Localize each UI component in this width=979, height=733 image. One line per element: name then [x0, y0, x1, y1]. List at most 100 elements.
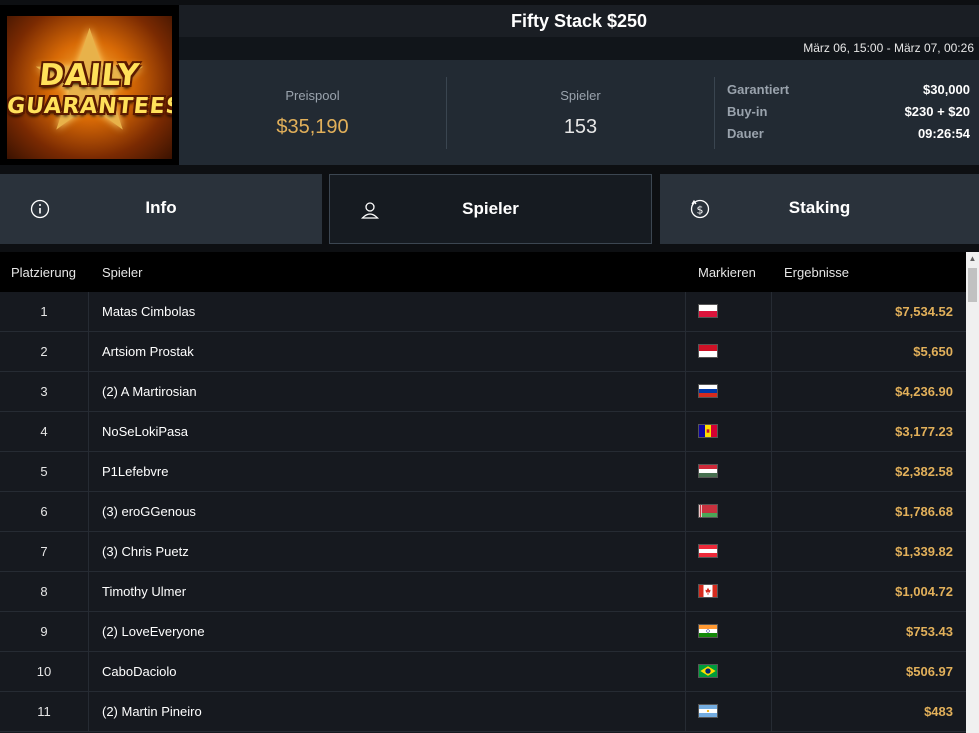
table-row[interactable]: 7 (3) Chris Puetz $1,339.82: [0, 532, 966, 572]
player-name[interactable]: (3) eroGGenous: [102, 492, 196, 532]
divider: [714, 77, 715, 149]
table-row[interactable]: 2 Artsiom Prostak $5,650: [0, 332, 966, 372]
prize-amount: $506.97: [906, 664, 953, 679]
tab-info-label: Info: [145, 198, 177, 217]
flag-cell: [685, 572, 772, 612]
logo-line1: DAILY: [37, 58, 142, 93]
scroll-up-icon[interactable]: ▲: [966, 252, 979, 266]
flag-cell: [685, 412, 772, 452]
table-row[interactable]: 1 Matas Cimbolas $7,534.52: [0, 292, 966, 332]
flag-belarus-icon: [698, 504, 718, 518]
title-bar: Fifty Stack $250: [179, 5, 979, 37]
player-name[interactable]: NoSeLokiPasa: [102, 412, 188, 452]
prize-amount: $3,177.23: [895, 424, 953, 439]
table-row[interactable]: 8 Timothy Ulmer $1,004.72: [0, 572, 966, 612]
header-result[interactable]: Ergebnisse: [784, 265, 849, 280]
rank-cell: 11: [0, 692, 89, 732]
header-flag[interactable]: Markieren: [698, 265, 756, 280]
date-bar: März 06, 15:00 - März 07, 00:26: [179, 37, 979, 60]
detail-buyin: Buy-in $230 + $20: [727, 104, 970, 126]
prize-pool-stat: Preispool $35,190: [179, 60, 446, 165]
flag-indonesia-icon: [698, 344, 718, 358]
header-player[interactable]: Spieler: [102, 265, 142, 280]
prize-amount: $483: [924, 704, 953, 719]
prize-amount: $4,236.90: [895, 384, 953, 399]
prize-amount: $1,004.72: [895, 584, 953, 599]
stats-panel: Preispool $35,190 Spieler 153 Garantiert…: [179, 60, 979, 165]
detail-duration: Dauer 09:26:54: [727, 126, 970, 148]
detail-key: Dauer: [727, 126, 764, 141]
tab-staking[interactable]: $ Staking: [660, 174, 979, 244]
rank-cell: 9: [0, 612, 89, 652]
table-row[interactable]: 5 P1Lefebvre $2,382.58: [0, 452, 966, 492]
tab-info[interactable]: Info: [0, 174, 322, 244]
scrollbar[interactable]: ▲: [966, 252, 979, 733]
flag-hungary-icon: [698, 464, 718, 478]
rank-cell: 6: [0, 492, 89, 532]
flag-india-icon: [698, 624, 718, 638]
tab-staking-label: Staking: [788, 198, 851, 217]
rank-cell: 3: [0, 372, 89, 412]
tab-bar: Info Spieler $ Staking: [0, 174, 979, 244]
flag-russia-icon: [698, 384, 718, 398]
detail-value: 09:26:54: [917, 126, 970, 141]
rank-cell: 2: [0, 332, 89, 372]
rank-cell: 8: [0, 572, 89, 612]
rank-cell: 10: [0, 652, 89, 692]
detail-value: $230 + $20: [904, 104, 970, 119]
tab-players-label: Spieler: [462, 199, 519, 218]
flag-argentina-icon: [698, 704, 718, 718]
flag-canada-icon: [698, 584, 718, 598]
logo-line2: GUARANTEES: [7, 94, 172, 119]
player-name[interactable]: CaboDaciolo: [102, 652, 176, 692]
prize-amount: $1,786.68: [895, 504, 953, 519]
player-name[interactable]: (2) Martin Pineiro: [102, 692, 202, 732]
tournament-dates: März 06, 15:00 - März 07, 00:26: [803, 41, 974, 55]
header-rank[interactable]: Platzierung: [11, 265, 76, 280]
prize-amount: $7,534.52: [895, 304, 953, 319]
flag-cell: [685, 372, 772, 412]
player-name[interactable]: (3) Chris Puetz: [102, 532, 189, 572]
tournament-details: Garantiert $30,000 Buy-in $230 + $20 Dau…: [727, 82, 970, 148]
detail-key: Garantiert: [727, 82, 790, 97]
detail-guaranteed: Garantiert $30,000: [727, 82, 970, 104]
table-row[interactable]: 4 NoSeLokiPasa $3,177.23: [0, 412, 966, 452]
flag-cell: [685, 332, 772, 372]
players-stat: Spieler 153: [447, 60, 714, 165]
flag-cell: [685, 492, 772, 532]
players-value: 153: [563, 116, 598, 138]
flag-poland-icon: [698, 304, 718, 318]
table-row[interactable]: 9 (2) LoveEveryone $753.43: [0, 612, 966, 652]
prize-amount: $753.43: [906, 624, 953, 639]
flag-andorra-icon: [698, 424, 718, 438]
flag-brazil-icon: [698, 664, 718, 678]
player-name[interactable]: Timothy Ulmer: [102, 572, 186, 612]
prize-amount: $2,382.58: [895, 464, 953, 479]
detail-value: $30,000: [923, 82, 970, 97]
detail-key: Buy-in: [727, 104, 768, 119]
tournament-title: Fifty Stack $250: [510, 11, 648, 31]
flag-cell: [685, 692, 772, 732]
scroll-thumb[interactable]: [968, 268, 977, 302]
players-label: Spieler: [560, 88, 601, 103]
flag-cell: [685, 532, 772, 572]
tab-players[interactable]: Spieler: [329, 174, 652, 244]
results-table: Platzierung Spieler Markieren Ergebnisse…: [0, 252, 966, 733]
table-row[interactable]: 11 (2) Martin Pineiro $483: [0, 692, 966, 732]
table-row[interactable]: 3 (2) A Martirosian $4,236.90: [0, 372, 966, 412]
rank-cell: 4: [0, 412, 89, 452]
daily-guarantees-logo-image: ★ DAILY GUARANTEES: [7, 16, 172, 159]
tournament-logo: ★ DAILY GUARANTEES: [0, 5, 179, 165]
player-name[interactable]: Artsiom Prostak: [102, 332, 194, 372]
player-name[interactable]: Matas Cimbolas: [102, 292, 195, 332]
flag-cell: [685, 652, 772, 692]
player-name[interactable]: P1Lefebvre: [102, 452, 169, 492]
table-row[interactable]: 10 CaboDaciolo $506.97: [0, 652, 966, 692]
player-name[interactable]: (2) LoveEveryone: [102, 612, 205, 652]
player-name[interactable]: (2) A Martirosian: [102, 372, 197, 412]
table-row[interactable]: 6 (3) eroGGenous $1,786.68: [0, 492, 966, 532]
flag-austria-icon: [698, 544, 718, 558]
rank-cell: 7: [0, 532, 89, 572]
prize-pool-label: Preispool: [285, 88, 340, 103]
flag-cell: [685, 612, 772, 652]
